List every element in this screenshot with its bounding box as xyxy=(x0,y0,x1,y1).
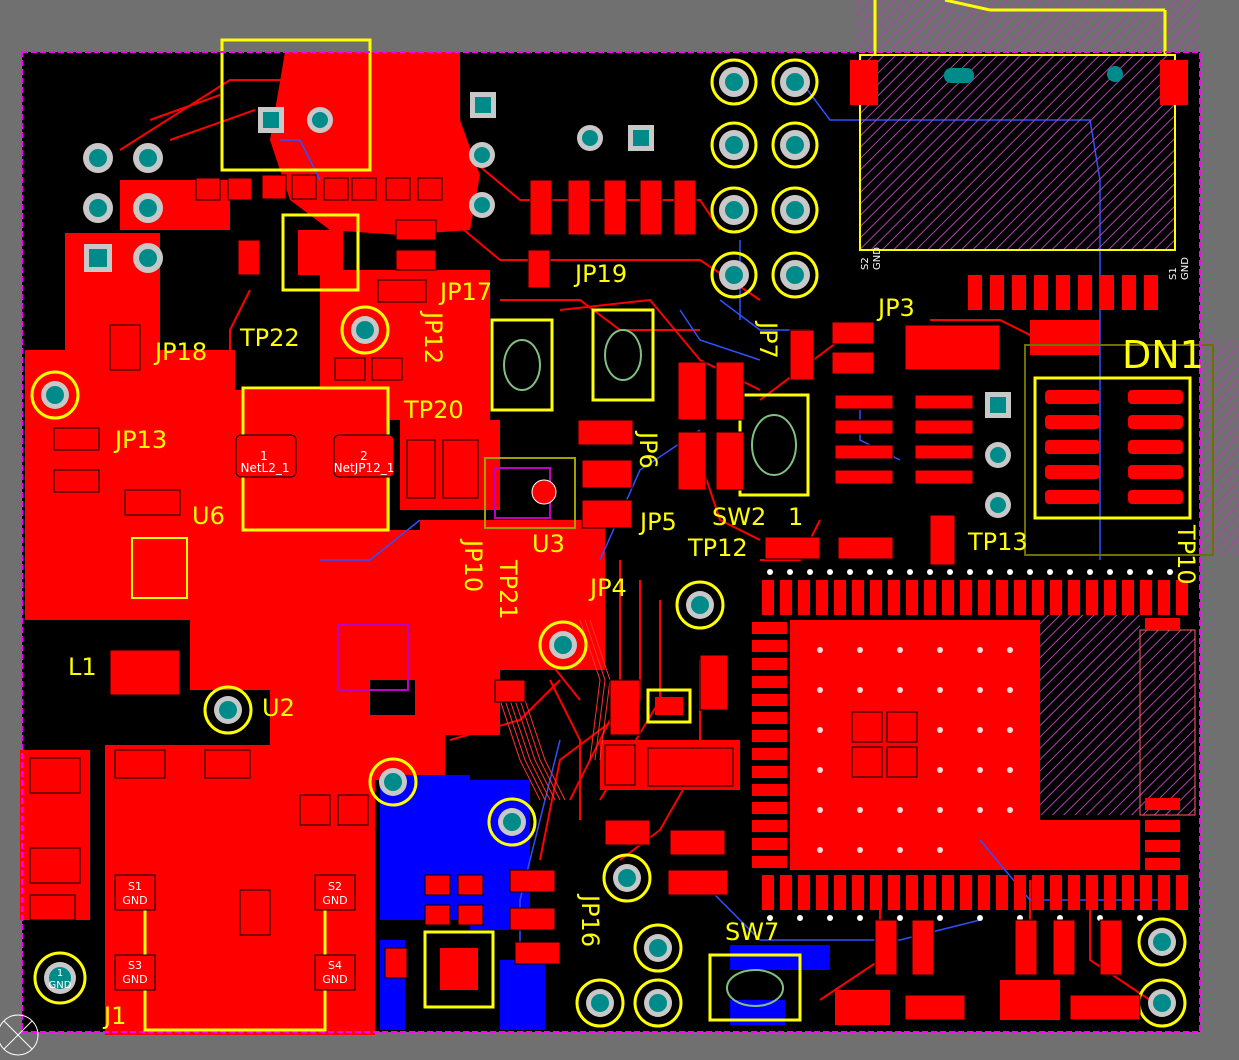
j1-s3-gnd: GND xyxy=(122,973,147,986)
sd-hole xyxy=(1107,66,1123,82)
l2-pad2-net: NetJP12_1 xyxy=(334,461,395,475)
ref-jp16: JP16 xyxy=(576,893,604,947)
ref-sw2-pin: 1 xyxy=(788,503,803,531)
ref-jp6: JP6 xyxy=(634,430,662,469)
ref-j1: J1 xyxy=(102,1002,126,1030)
ref-jp4: JP4 xyxy=(588,574,627,602)
ref-sw2: SW2 xyxy=(712,503,766,531)
connector-hatch-right xyxy=(1200,340,1239,555)
antenna-feed-keepout xyxy=(1139,629,1196,816)
sd-slot-hole xyxy=(944,68,974,83)
j1-s2-label: S2 xyxy=(328,880,342,893)
ref-jp5: JP5 xyxy=(638,508,677,536)
ref-dn1: DN1 xyxy=(1122,333,1204,377)
ref-tp13: TP13 xyxy=(967,528,1028,556)
ref-tp12: TP12 xyxy=(687,534,748,562)
ref-jp18: JP18 xyxy=(153,338,207,366)
j1-s3-label: S3 xyxy=(128,959,142,972)
origin-marker-icon xyxy=(0,1014,39,1056)
gnd-pin-name: GND xyxy=(49,980,72,991)
ref-jp3: JP3 xyxy=(876,294,915,322)
ref-u2: U2 xyxy=(262,694,295,722)
ref-l1: L1 xyxy=(68,653,97,681)
ref-jp7: JP7 xyxy=(754,320,782,359)
pcb-layout-view: 1 NetL2_1 2 NetJP12_1 S1 GND S2 GND S3 G… xyxy=(0,0,1239,1056)
sd-card-keepout xyxy=(859,54,1176,251)
j1-s1-label: S1 xyxy=(128,880,142,893)
j1-s4-gnd: GND xyxy=(322,973,347,986)
gnd-pin-number: 1 xyxy=(57,968,63,979)
connector-hatch-top xyxy=(855,0,1200,52)
j1-s4-label: S4 xyxy=(328,959,342,972)
j1-s1-gnd: GND xyxy=(122,894,147,907)
sd-s1-label: S1 xyxy=(1168,267,1179,280)
sd-s2-label: S2 xyxy=(860,257,871,270)
ref-jp12: JP12 xyxy=(419,310,447,364)
pcb-canvas[interactable]: 1 NetL2_1 2 NetJP12_1 S1 GND S2 GND S3 G… xyxy=(0,0,1239,1056)
ref-tp22: TP22 xyxy=(239,324,300,352)
ref-tp10: TP10 xyxy=(1172,524,1200,585)
antenna-keepout xyxy=(1040,615,1140,815)
ref-u6: U6 xyxy=(192,502,225,530)
ref-sw7: SW7 xyxy=(725,918,779,946)
ref-jp19: JP19 xyxy=(573,260,627,288)
sd-s2-gnd: GND xyxy=(872,247,883,270)
j1-s2-gnd: GND xyxy=(322,894,347,907)
l2-pad1-net: NetL2_1 xyxy=(240,461,289,475)
ref-jp10: JP10 xyxy=(459,538,487,592)
ref-u3: U3 xyxy=(532,530,565,558)
sd-s1-gnd: GND xyxy=(1180,257,1191,280)
ref-jp17: JP17 xyxy=(438,278,492,306)
ref-jp13: JP13 xyxy=(113,426,167,454)
ref-tp20: TP20 xyxy=(403,396,464,424)
ref-tp21: TP21 xyxy=(494,559,522,620)
